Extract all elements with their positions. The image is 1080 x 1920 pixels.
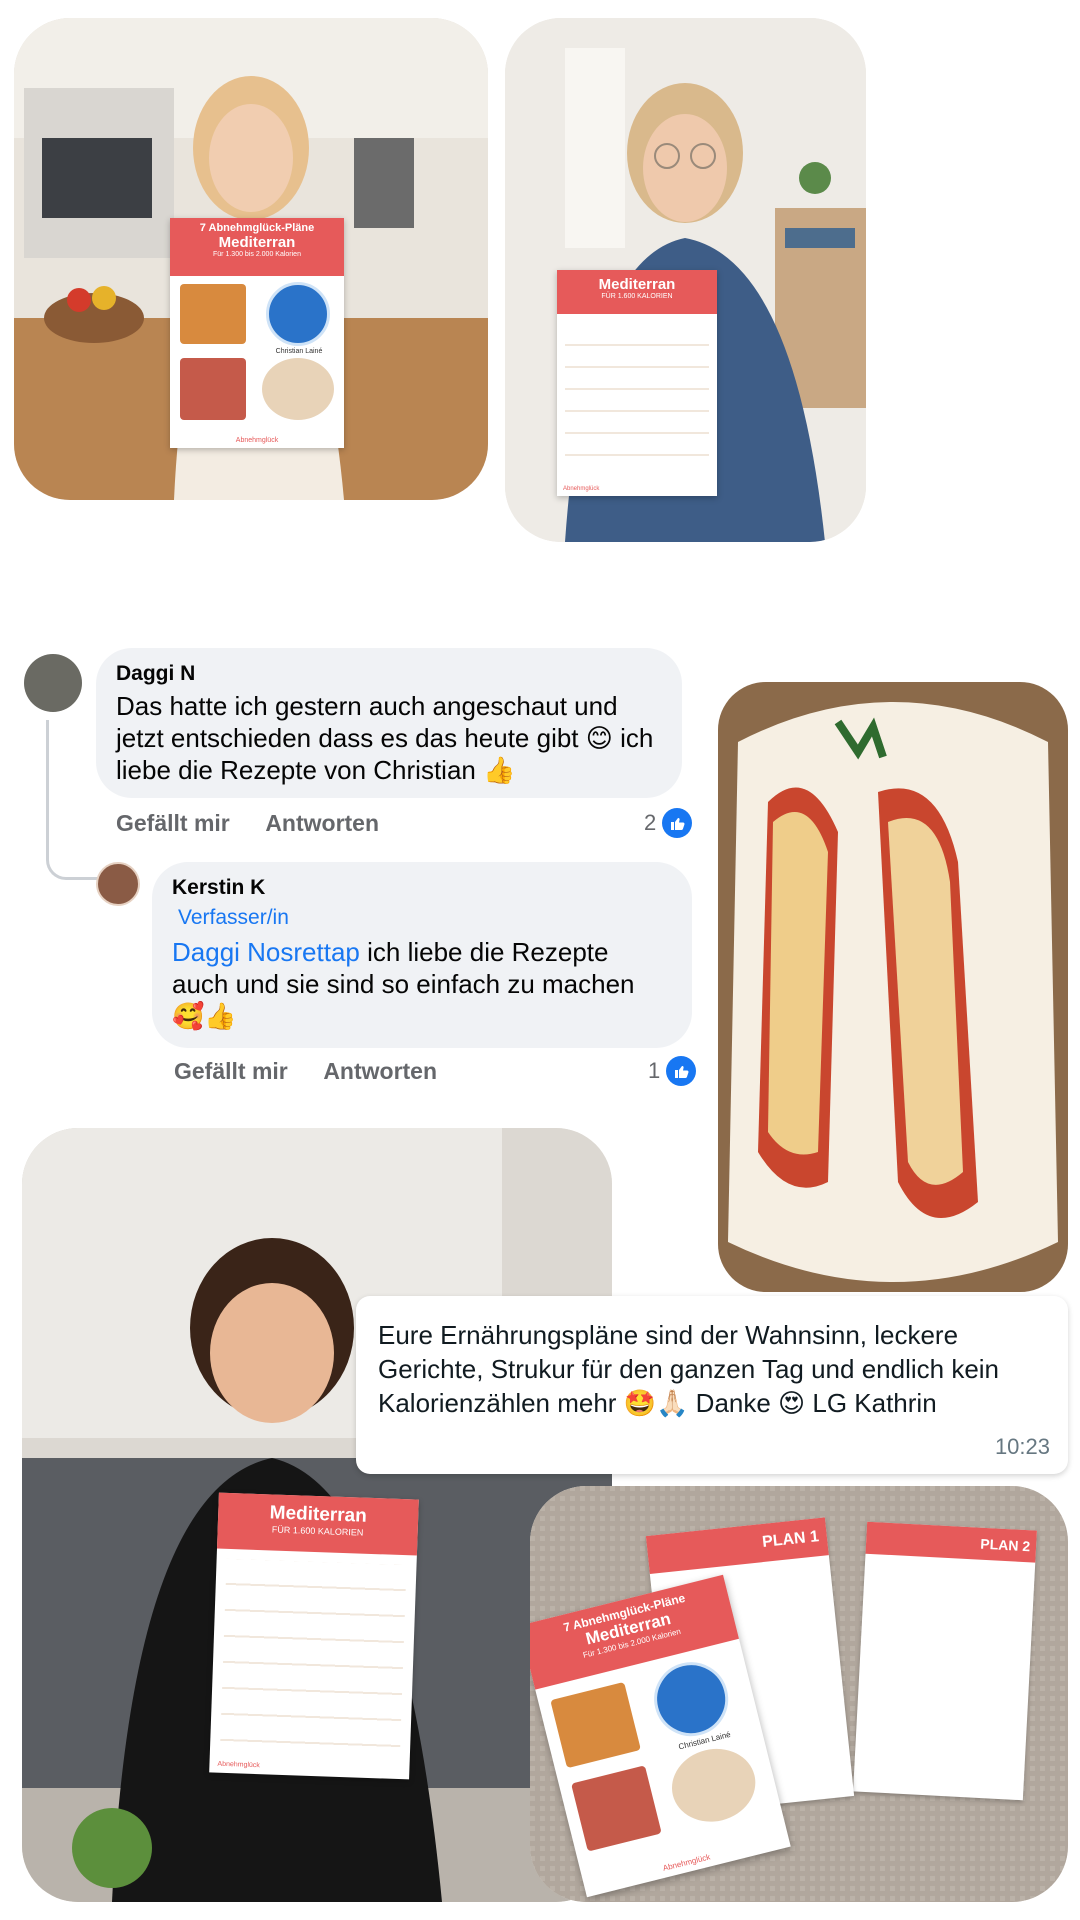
photo-woman-kitchen: 7 Abnehmglück-Pläne Mediterran Für 1.300…	[14, 18, 488, 500]
sheet-title: 7 Abnehmglück-Pläne	[199, 222, 315, 234]
reply-emojis: 🥰👍	[172, 1001, 237, 1031]
mealplan-sheet: Mediterran FÜR 1.600 KALORIEN Abnehmglüc…	[557, 270, 717, 496]
author-name: Christian Lainé	[275, 348, 323, 355]
photo-woman-glasses: Mediterran FÜR 1.600 KALORIEN Abnehmglüc…	[505, 18, 866, 542]
avatar[interactable]	[24, 654, 82, 712]
comment-actions: Gefällt mir Antworten	[116, 810, 409, 837]
message-text: Eure Ernährungspläne sind der Wahnsinn, …	[378, 1320, 1000, 1418]
like-count[interactable]: 1	[648, 1056, 697, 1086]
avatar[interactable]	[96, 862, 140, 906]
mention-link[interactable]: Daggi Nosrettap	[172, 937, 360, 967]
commenter-name[interactable]: Daggi N	[116, 662, 662, 686]
sheet-brand: Abnehmglück	[563, 486, 600, 492]
author-badge: Verfasser/in	[178, 906, 289, 929]
sheet-title: Mediterran	[598, 276, 676, 293]
like-link[interactable]: Gefällt mir	[174, 1058, 288, 1084]
facebook-comments: Daggi N Das hatte ich gestern auch anges…	[0, 640, 720, 1100]
testimonial-collage: 7 Abnehmglück-Pläne Mediterran Für 1.300…	[0, 0, 1080, 1920]
mealplan-sheet: 7 Abnehmglück-Pläne Mediterran Für 1.300…	[170, 218, 344, 448]
chat-message: Eure Ernährungspläne sind der Wahnsinn, …	[356, 1296, 1068, 1474]
message-time: 10:23	[994, 1434, 1050, 1459]
comment-text: Das hatte ich gestern auch angeschaut un…	[116, 691, 654, 785]
comment-bubble: Daggi N Das hatte ich gestern auch anges…	[96, 648, 682, 798]
reply-text: Daggi Nosrettap ich liebe die Rezepte au…	[172, 937, 635, 1031]
sheet-brand: Abnehmglück	[235, 437, 279, 444]
meal-grid	[565, 324, 709, 474]
photo-stuffed-zucchini	[718, 682, 1068, 1292]
thumbs-up-icon	[662, 808, 693, 838]
sheet-title-2: Mediterran	[218, 234, 296, 251]
sheet-subtitle: Für 1.300 bis 2.000 Kalorien	[213, 251, 301, 258]
reply-link[interactable]: Antworten	[265, 810, 379, 836]
mealplan-sheet-back: PLAN 2	[853, 1521, 1037, 1801]
reply-bubble: Kerstin K Verfasser/in Daggi Nosrettap i…	[152, 862, 692, 1048]
photo-woman-sofa: Mediterran FÜR 1.600 KALORIEN Abnehmglüc…	[22, 1128, 612, 1902]
commenter-name[interactable]: Kerstin K	[172, 876, 672, 900]
meal-grid	[220, 1558, 407, 1750]
like-count[interactable]: 2	[644, 808, 693, 838]
reply-link[interactable]: Antworten	[323, 1058, 437, 1084]
photo-mealplan-stack: PLAN 2 PLAN 1 7 Abnehmglück-Pläne Medite…	[530, 1486, 1068, 1902]
reply-actions: Gefällt mir Antworten	[174, 1058, 467, 1085]
sheet-brand: Abnehmglück	[217, 1760, 260, 1770]
thumbs-up-icon	[666, 1056, 697, 1086]
sheet-subtitle: FÜR 1.600 KALORIEN	[601, 293, 673, 300]
author-photo	[266, 282, 330, 346]
mealplan-sheet: Mediterran FÜR 1.600 KALORIEN Abnehmglüc…	[209, 1492, 419, 1780]
like-link[interactable]: Gefällt mir	[116, 810, 230, 836]
